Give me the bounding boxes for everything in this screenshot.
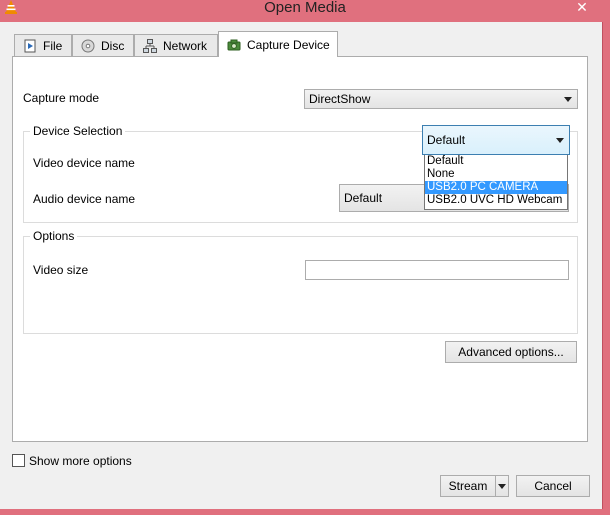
dropdown-option-none[interactable]: None [425, 168, 567, 181]
stream-button[interactable]: Stream [440, 475, 496, 497]
stream-dropdown-button[interactable] [495, 475, 509, 497]
network-icon [143, 38, 157, 53]
tab-disc-label: Disc [101, 38, 125, 53]
chevron-down-icon [556, 138, 564, 143]
tab-network[interactable]: Network [134, 34, 218, 56]
capture-mode-select[interactable]: DirectShow [304, 89, 578, 109]
dropdown-option-usb-uvc-hd-webcam[interactable]: USB2.0 UVC HD Webcam [425, 194, 567, 207]
tab-file[interactable]: File [14, 34, 72, 56]
capture-mode-label: Capture mode [23, 91, 100, 105]
video-device-select[interactable]: Default [422, 125, 570, 155]
tab-capture-device[interactable]: Capture Device [218, 31, 338, 57]
tab-capture-device-label: Capture Device [247, 37, 330, 52]
cancel-button[interactable]: Cancel [516, 475, 590, 497]
audio-device-label: Audio device name [33, 192, 136, 206]
show-more-options-checkbox[interactable] [12, 454, 25, 467]
dropdown-option-default[interactable]: Default [425, 155, 567, 168]
chevron-down-icon [564, 97, 572, 102]
video-device-dropdown-list: Default None USB2.0 PC CAMERA USB2.0 UVC… [424, 154, 568, 210]
file-icon [24, 39, 36, 52]
dropdown-option-usb-pc-camera[interactable]: USB2.0 PC CAMERA [425, 181, 567, 194]
audio-device-value: Default [344, 191, 383, 205]
dialog-client: File Disc Network Capture Device Capture… [0, 22, 603, 509]
capture-mode-value: DirectShow [309, 92, 371, 106]
video-device-value: Default [427, 133, 466, 147]
options-group: Options Video size [23, 229, 578, 334]
device-selection-title: Device Selection [30, 124, 126, 138]
capture-device-panel: Capture mode DirectShow Device Selection… [12, 56, 588, 442]
tab-network-label: Network [163, 38, 208, 53]
title-bar: Open Media ✕ [0, 0, 610, 22]
video-size-label: Video size [33, 263, 89, 277]
close-icon[interactable]: ✕ [560, 0, 604, 14]
options-title: Options [30, 229, 78, 243]
chevron-down-icon [498, 484, 506, 489]
show-more-options-label[interactable]: Show more options [29, 454, 132, 468]
advanced-options-button[interactable]: Advanced options... [445, 341, 577, 363]
tab-file-label: File [43, 38, 63, 53]
tab-disc[interactable]: Disc [72, 34, 134, 56]
window-title: Open Media [264, 0, 346, 16]
video-device-label: Video device name [33, 156, 135, 170]
disc-icon [81, 39, 95, 52]
video-size-input[interactable] [305, 260, 569, 280]
capture-device-icon [227, 39, 241, 50]
